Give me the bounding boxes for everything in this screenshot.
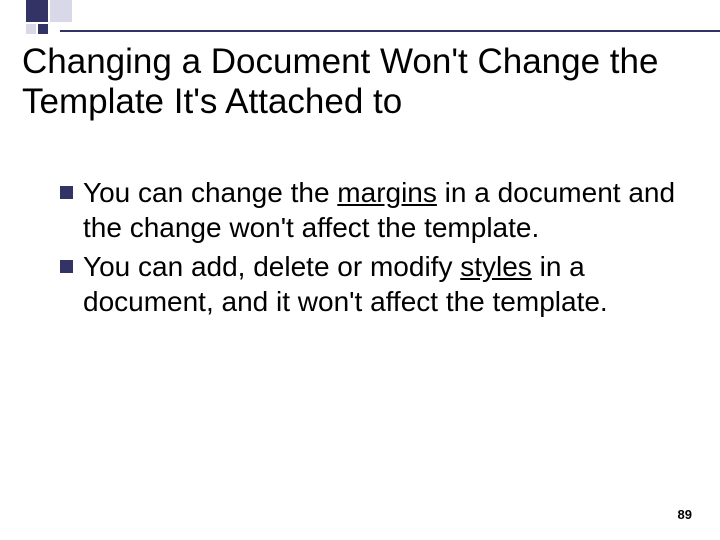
list-item-text: You can change the margins in a document…: [83, 175, 680, 245]
deco-square: [50, 0, 72, 22]
deco-line: [60, 30, 720, 32]
text-run: You can change the: [83, 177, 337, 208]
deco-square: [26, 24, 36, 34]
deco-square: [38, 24, 48, 34]
list-item: You can change the margins in a document…: [60, 175, 680, 245]
slide-decoration: [0, 0, 720, 38]
bullet-icon: [60, 260, 73, 273]
slide-body: You can change the margins in a document…: [60, 175, 680, 323]
text-underline: styles: [460, 251, 532, 282]
text-run: You can add, delete or modify: [83, 251, 460, 282]
list-item-text: You can add, delete or modify styles in …: [83, 249, 680, 319]
list-item: You can add, delete or modify styles in …: [60, 249, 680, 319]
deco-square: [26, 0, 48, 22]
bullet-icon: [60, 186, 73, 199]
slide-title: Changing a Document Won't Change the Tem…: [22, 42, 698, 123]
page-number: 89: [678, 507, 692, 522]
text-underline: margins: [337, 177, 437, 208]
